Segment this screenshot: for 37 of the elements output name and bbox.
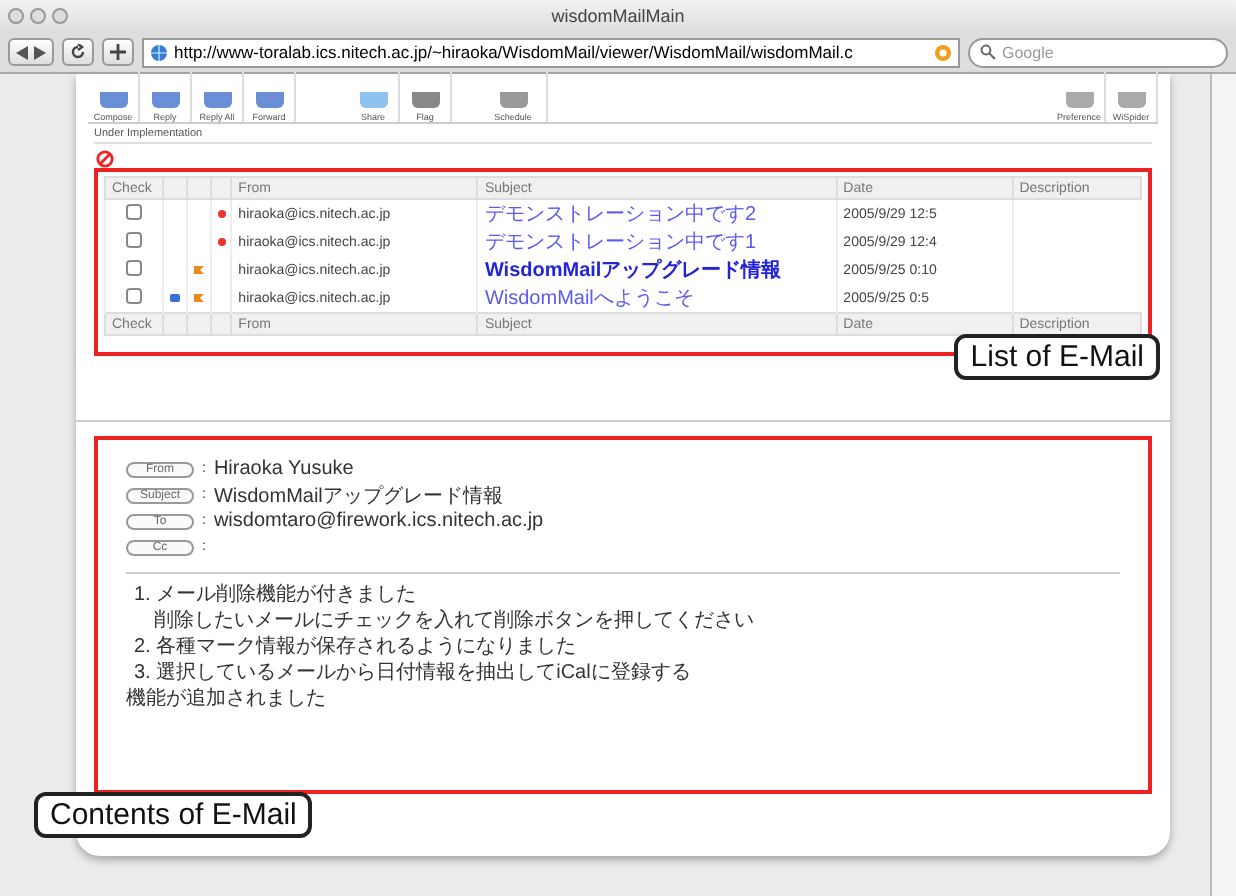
subject-link[interactable]: デモンストレーション中です1 xyxy=(484,232,757,254)
search-icon xyxy=(980,44,996,60)
checkbox[interactable] xyxy=(126,232,142,248)
subject-link[interactable]: WisdomMailへようこそ xyxy=(484,288,694,310)
body-text: 機能が追加されました xyxy=(126,686,328,712)
search-field[interactable]: Google xyxy=(968,37,1228,67)
minimize-button[interactable] xyxy=(30,8,46,24)
forward-icon xyxy=(34,45,46,59)
rss-icon xyxy=(934,43,952,61)
body-text: 3. 選択しているメールから日付情報を抽出してiCalに登録する xyxy=(132,660,693,686)
body-text: 2. 各種マーク情報が保存されるようになりました xyxy=(132,634,579,660)
reload-icon xyxy=(70,44,86,60)
body-text: 1. メール削除機能が付きました xyxy=(132,582,419,608)
address-field[interactable]: http://www-toralab.ics.nitech.ac.jp/~hiraoka/WisdomMail/viewer/WisdomMail/wisdomMail.c xyxy=(142,37,960,67)
back-icon xyxy=(16,45,28,59)
reload-button[interactable] xyxy=(62,38,94,66)
close-button[interactable] xyxy=(8,8,24,24)
subject-link[interactable]: デモンストレーション中です2 xyxy=(484,204,757,226)
add-bookmark-button[interactable] xyxy=(102,38,134,66)
back-forward-button[interactable] xyxy=(8,38,54,66)
window-title: wisdomMailMain xyxy=(551,6,685,26)
body-text: 削除したいメールにチェックを入れて削除ボタンを押してください xyxy=(152,608,756,634)
plus-icon xyxy=(110,44,126,60)
header-value: Hiraoka Yusuke xyxy=(213,458,354,480)
annotation-label: Contents of E-Mail xyxy=(34,792,313,838)
url-text: http://www-toralab.ics.nitech.ac.jp/~hiraoka/WisdomMail/viewer/WisdomMail/wisdomMail.c xyxy=(174,42,853,62)
checkbox[interactable] xyxy=(126,204,142,220)
scrollbar[interactable] xyxy=(1210,74,1236,896)
header-value: wisdomtaro@firework.ics.nitech.ac.jp xyxy=(213,510,544,532)
globe-icon xyxy=(150,43,168,61)
search-placeholder: Google xyxy=(1002,43,1054,61)
zoom-button[interactable] xyxy=(52,8,68,24)
header-value: WisdomMailアップグレード情報 xyxy=(213,483,503,509)
checkbox[interactable] xyxy=(126,260,142,276)
annotation-label: List of E-Mail xyxy=(954,334,1160,380)
subject-link[interactable]: WisdomMailアップグレード情報 xyxy=(484,260,782,282)
checkbox[interactable] xyxy=(126,288,142,304)
